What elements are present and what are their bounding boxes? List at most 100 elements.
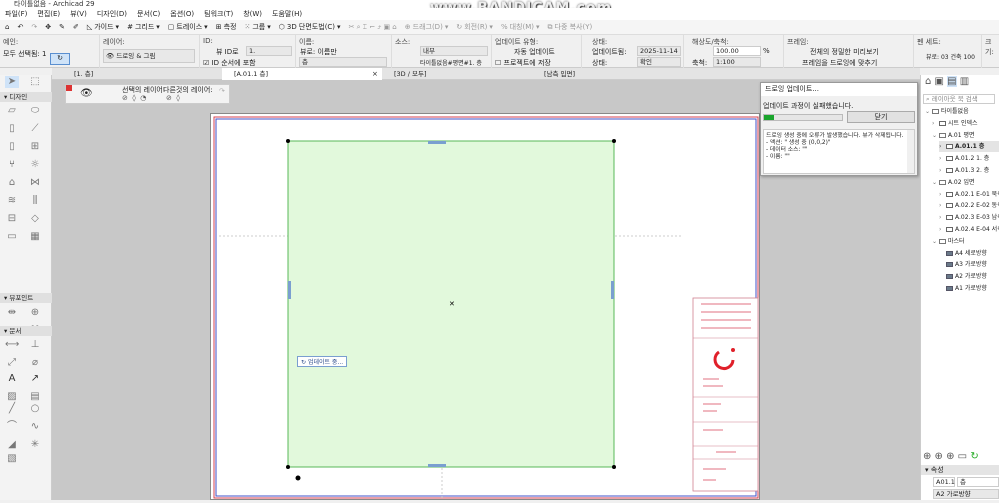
document-section[interactable]: ▾ 문서 xyxy=(0,326,52,336)
close-button[interactable]: 닫기 xyxy=(847,111,915,123)
guide-button[interactable]: ◺ 가이드 ▾ xyxy=(87,22,119,32)
measure-button[interactable]: ⊞ 측정 xyxy=(216,22,237,32)
menu-file[interactable]: 파일(F) xyxy=(5,8,27,20)
tree-item[interactable]: ⌄ 마스터 xyxy=(932,236,965,247)
tree-item[interactable]: › 시트 인덱스 xyxy=(932,118,978,129)
fit-frame-select[interactable]: 프레임을 드로잉에 맞추기 xyxy=(802,58,877,68)
prop-name-field[interactable]: 층 xyxy=(957,477,999,487)
mirror-button[interactable]: % 대칭(M) ▾ xyxy=(501,22,540,32)
layout-search-input[interactable]: ⌕ 레이아웃 북 검색 xyxy=(923,94,995,104)
menu-window[interactable]: 창(W) xyxy=(243,8,262,20)
wall-tool-icon[interactable]: ▱ xyxy=(5,105,19,117)
hotspot-tool-icon[interactable]: ◢ xyxy=(5,439,19,451)
properties-header[interactable]: ▾ 속성 xyxy=(921,465,999,475)
section-tool-icon[interactable]: ⇹ xyxy=(5,307,19,319)
railing-tool-icon[interactable]: ⫼ xyxy=(28,195,42,207)
syringe-icon[interactable]: ✐ xyxy=(73,23,79,31)
tree-item[interactable]: ⌄ 타이틀없음 xyxy=(925,106,969,117)
marquee-tool-icon[interactable]: ⬚ xyxy=(28,76,42,88)
stair-tool-icon[interactable]: ≋ xyxy=(5,195,19,207)
name-field[interactable]: 층 xyxy=(299,57,387,67)
menu-options[interactable]: 옵션(O) xyxy=(170,8,194,20)
chevron-right-icon[interactable]: › xyxy=(939,165,944,176)
log-scrollbar[interactable] xyxy=(907,130,914,173)
menu-document[interactable]: 문서(C) xyxy=(137,8,160,20)
mesh-tool-icon[interactable]: ▦ xyxy=(28,231,42,243)
chevron-right-icon[interactable]: › xyxy=(939,224,944,235)
chevron-right-icon[interactable]: › xyxy=(939,141,944,152)
door-tool-icon[interactable]: ▯ xyxy=(5,141,19,153)
tree-item[interactable]: › A.01.3 2. 층 xyxy=(939,165,989,176)
tab-layout[interactable]: [A.01.1 층] xyxy=(222,68,382,80)
rotate-button[interactable]: ↻ 회전(R) ▾ xyxy=(456,22,493,32)
tree-item[interactable]: › A.01.2 1. 층 xyxy=(939,153,989,164)
text-tool-icon[interactable]: A xyxy=(5,373,19,385)
undo-icon[interactable]: ↶ xyxy=(17,23,23,31)
scale-select[interactable]: 1:100 xyxy=(713,57,761,67)
full-preview-select[interactable]: 전체의 정밀한 미리보기 xyxy=(810,47,879,57)
close-tab-icon[interactable]: × xyxy=(372,70,378,78)
spot-tool-icon[interactable]: ⌀ xyxy=(28,357,42,369)
tree-item[interactable]: › A.02.4 E-04 서측 xyxy=(939,224,999,235)
trace-button[interactable]: ▢ 트레이스 ▾ xyxy=(168,22,208,32)
hotspot2-tool-icon[interactable]: ✳ xyxy=(28,439,42,451)
menu-view[interactable]: 뷰(V) xyxy=(70,8,87,20)
chevron-right-icon[interactable]: › xyxy=(939,212,944,223)
tab-floor-plan[interactable]: [1. 층] xyxy=(62,68,222,80)
drag-button[interactable]: ⊕ 드래그(D) ▾ xyxy=(405,22,449,32)
group-button[interactable]: ⁙ 그룹 ▾ xyxy=(244,22,270,32)
viewpoint-section[interactable]: ▾ 뷰포인트 xyxy=(0,293,52,303)
chevron-down-icon[interactable]: ⌄ xyxy=(932,130,937,141)
eyedropper-icon[interactable]: ✎ xyxy=(59,23,65,31)
tree-item[interactable]: A3 가로방향 xyxy=(939,259,987,270)
circle-tool-icon[interactable]: ○ xyxy=(28,403,42,415)
tree-item[interactable]: › A.02.2 E-02 동측 xyxy=(939,200,999,211)
tree-item[interactable]: ⌄ A.02 입면 xyxy=(932,177,975,188)
prop-master-field[interactable]: A2 가로방향 xyxy=(933,489,999,499)
source-field[interactable]: 내부 xyxy=(420,46,488,56)
elevation-tool-icon[interactable]: ⊕ xyxy=(28,307,42,319)
include-order-checkbox[interactable]: ☑ ID 순서에 포함 xyxy=(203,58,256,68)
chevron-right-icon[interactable]: › xyxy=(939,153,944,164)
beam-tool-icon[interactable]: ⟋ xyxy=(28,123,42,135)
other-layer-toggles[interactable]: ⊘ ◊ xyxy=(166,94,180,102)
tree-item[interactable]: › A.01.1 층 xyxy=(939,141,999,153)
arrow-button[interactable]: ↻ xyxy=(50,53,70,65)
menu-edit[interactable]: 편집(E) xyxy=(37,8,60,20)
menu-help[interactable]: 도움말(H) xyxy=(272,8,302,20)
figure-tool-icon[interactable]: ▤ xyxy=(28,391,42,403)
save-in-project-checkbox[interactable]: ☐ 프로젝트에 저장 xyxy=(495,58,551,68)
show-layers-icon[interactable]: 👁 xyxy=(80,88,93,99)
pen-set-value[interactable]: 뷰로: 03 건축 100 xyxy=(926,52,975,61)
tree-item[interactable]: A4 세로방향 xyxy=(939,248,987,259)
slab-tool-icon[interactable]: ⬭ xyxy=(28,105,42,117)
lamp-tool-icon[interactable]: ☼ xyxy=(28,159,42,171)
pick-icon[interactable]: ✥ xyxy=(45,23,51,31)
chevron-right-icon[interactable]: › xyxy=(932,118,937,129)
radial-dim-tool-icon[interactable]: ⤢ xyxy=(5,357,19,369)
object-tool-icon[interactable]: ⑂ xyxy=(5,159,19,171)
error-log[interactable]: 드로잉 생성 중에 오류가 발생했습니다. 뷰가 삭제됩니다. - 액션: " … xyxy=(763,129,915,174)
dimension-tool-icon[interactable]: ⟷ xyxy=(5,339,19,351)
section3d-button[interactable]: ⬡ 3D 단면도법(C) ▾ xyxy=(279,22,341,32)
zone-tool-icon[interactable]: ▭ xyxy=(5,231,19,243)
auto-update-select[interactable]: 자동 업데이트 xyxy=(514,47,555,57)
label-tool-icon[interactable]: ↗ xyxy=(28,373,42,385)
multicopy-button[interactable]: ⧉ 다중 복사(Y) xyxy=(548,22,593,32)
chevron-right-icon[interactable]: › xyxy=(939,200,944,211)
navigator-tab-icons[interactable]: ⌂ ▣ ▤ ▥ xyxy=(925,76,969,87)
layer-select[interactable]: 👁 드로잉 & 그림 xyxy=(103,49,195,63)
home-icon[interactable]: ⌂ xyxy=(5,23,9,31)
tree-item[interactable]: A1 가로방향 xyxy=(939,283,987,294)
chevron-right-icon[interactable]: › xyxy=(939,189,944,200)
design-section[interactable]: ▾ 디자인 xyxy=(0,92,52,102)
drawing-tool-icon[interactable]: ▧ xyxy=(5,453,19,465)
grid-button[interactable]: # 그리드 ▾ xyxy=(127,22,160,32)
column-tool-icon[interactable]: ▯ xyxy=(5,123,19,135)
spline-tool-icon[interactable]: ∿ xyxy=(28,421,42,433)
menu-design[interactable]: 디자인(D) xyxy=(97,8,127,20)
chevron-down-icon[interactable]: ⌄ xyxy=(932,177,937,188)
tree-item[interactable]: ⌄ A.01 평면 xyxy=(932,130,975,141)
line-tool-icon[interactable]: ╱ xyxy=(5,403,19,415)
close-palette-icon[interactable] xyxy=(66,85,72,91)
